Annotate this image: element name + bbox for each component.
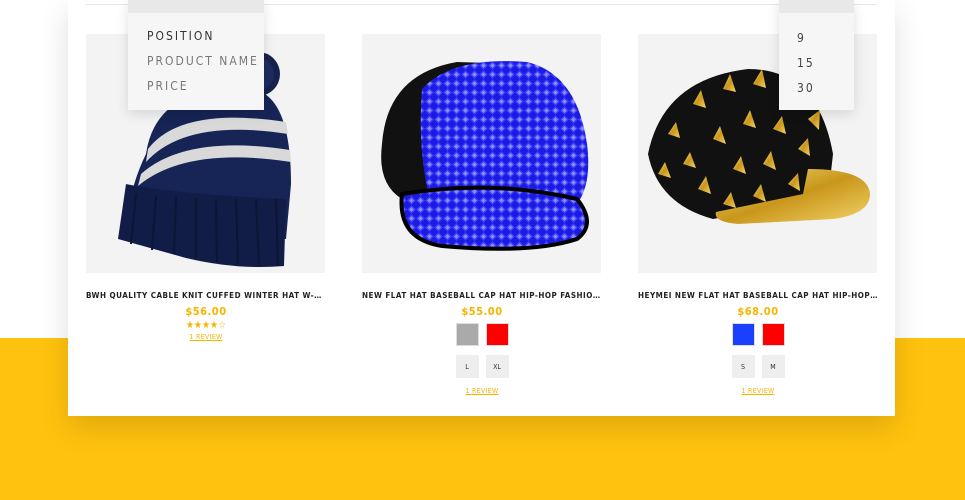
size-options: L XL — [362, 355, 602, 378]
sort-option-product-name[interactable]: Product Name — [128, 49, 264, 74]
color-swatches — [638, 323, 878, 346]
size-option[interactable]: XL — [485, 355, 509, 378]
size-option[interactable]: L — [455, 355, 479, 378]
sort-by-dropdown-header[interactable] — [128, 0, 264, 13]
size-option[interactable]: M — [761, 355, 785, 378]
sequin-cap-icon — [381, 61, 589, 251]
product-price: $55.00 — [461, 305, 503, 318]
product-name[interactable]: Heymei New Flat Hat Baseball Cap Hat Hip… — [638, 291, 878, 300]
product-image-sequin-cap[interactable] — [362, 34, 601, 273]
color-swatch-blue[interactable] — [731, 323, 755, 346]
review-link[interactable]: 1 REVIEW — [362, 387, 602, 395]
color-swatch-red[interactable] — [485, 323, 509, 346]
review-link[interactable]: 1 REVIEW — [638, 387, 878, 395]
limit-option-9[interactable]: 9 — [779, 26, 854, 51]
rating-stars: ★★★★☆ — [185, 320, 227, 331]
sort-option-price[interactable]: Price — [128, 74, 264, 99]
color-swatch-red[interactable] — [761, 323, 785, 346]
review-link[interactable]: 1 REVIEW — [86, 333, 326, 341]
product-price: $68.00 — [737, 305, 779, 318]
product-name[interactable]: BWH Quality Cable Knit Cuffed Winter Hat… — [86, 291, 326, 300]
sort-by-dropdown[interactable]: Position Product Name Price — [128, 0, 264, 110]
product-card: New Flat Hat Baseball Cap Hat Hip-Hop Fa… — [362, 34, 602, 395]
limit-option-30[interactable]: 30 — [779, 76, 854, 101]
color-swatches — [362, 323, 602, 346]
size-option[interactable]: S — [731, 355, 755, 378]
product-name[interactable]: New Flat Hat Baseball Cap Hat Hip-Hop Fa… — [362, 291, 602, 300]
limiter-dropdown[interactable]: 9 15 30 — [779, 0, 854, 110]
color-swatch-gray[interactable] — [455, 323, 479, 346]
size-options: S M — [638, 355, 878, 378]
product-price: $56.00 — [185, 305, 227, 318]
limiter-dropdown-header[interactable] — [779, 0, 854, 13]
sort-option-position[interactable]: Position — [128, 24, 264, 49]
limit-option-15[interactable]: 15 — [779, 51, 854, 76]
